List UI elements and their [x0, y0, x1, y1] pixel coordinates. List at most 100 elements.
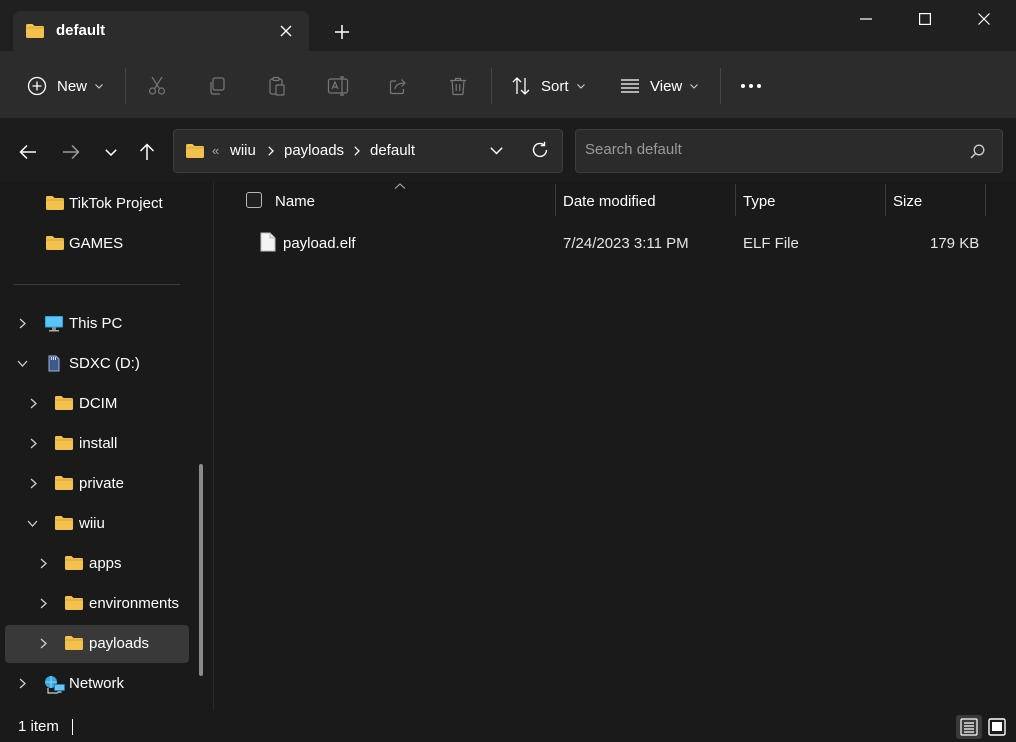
breadcrumb-default[interactable]: default [370, 142, 415, 159]
column-header-name[interactable]: Name [275, 182, 555, 220]
chevron-right-icon[interactable] [19, 318, 26, 329]
sidebar-item-this-pc[interactable]: This PC [5, 305, 189, 343]
sidebar-item-install[interactable]: install [5, 425, 189, 463]
cut-icon[interactable] [143, 72, 171, 100]
sidebar-item-label: GAMES [69, 235, 124, 252]
monitor-icon [44, 315, 64, 332]
breadcrumb-chevron-icon[interactable] [354, 146, 360, 156]
sidebar-item-label: Network [69, 675, 125, 692]
column-header-label: Size [893, 193, 923, 210]
sort-icon [511, 76, 531, 96]
forward-arrow-icon[interactable] [57, 138, 85, 166]
select-all-checkbox[interactable] [246, 192, 262, 208]
title-bar: default [0, 0, 1016, 52]
column-resize-handle[interactable] [735, 184, 736, 216]
sidebar-item-label: payloads [89, 635, 150, 652]
column-header-date-modified[interactable]: Date modified [563, 182, 733, 220]
maximize-icon[interactable] [902, 5, 948, 33]
sidebar-item-label: TikTok Project [69, 195, 163, 212]
chevron-right-icon[interactable] [40, 558, 47, 569]
copy-icon[interactable] [203, 72, 231, 100]
toolbar-divider [125, 68, 126, 104]
folder-icon [64, 635, 84, 651]
sidebar-item-payloads[interactable]: payloads [5, 625, 189, 663]
folder-icon [45, 195, 65, 211]
new-button[interactable]: New [27, 72, 103, 100]
chevron-right-icon[interactable] [40, 638, 47, 649]
toolbar-divider [491, 68, 492, 104]
breadcrumb-chevron-icon[interactable] [268, 146, 274, 156]
folder-icon [45, 235, 65, 251]
chevron-right-icon[interactable] [30, 438, 37, 449]
sidebar-item-tiktok-project[interactable]: TikTok Project [5, 185, 189, 223]
column-header-type[interactable]: Type [743, 182, 883, 220]
large-icons-view-icon[interactable] [984, 715, 1010, 739]
chevron-right-icon[interactable] [19, 678, 26, 689]
folder-icon [64, 595, 84, 611]
file-date-modified: 7/24/2023 3:11 PM [563, 235, 689, 252]
back-arrow-icon[interactable] [14, 138, 42, 166]
pane-divider[interactable] [213, 182, 214, 710]
details-view-icon[interactable] [956, 715, 982, 739]
chevron-down-icon [576, 83, 585, 89]
column-header-label: Date modified [563, 193, 656, 210]
close-tab-icon[interactable] [275, 20, 297, 42]
recent-locations-chevron-icon[interactable] [97, 138, 125, 166]
breadcrumb-wiiu[interactable]: wiiu [230, 142, 256, 159]
address-history-chevron-icon[interactable] [490, 147, 503, 155]
new-tab-icon[interactable] [330, 20, 354, 44]
chevron-right-icon[interactable] [30, 478, 37, 489]
more-icon[interactable] [737, 72, 765, 100]
search-box[interactable] [575, 129, 1003, 173]
sidebar-item-wiiu[interactable]: wiiu [5, 505, 189, 543]
rename-icon[interactable] [324, 72, 352, 100]
search-icon[interactable] [970, 144, 985, 159]
sidebar-item-sdxc-drive[interactable]: SDXC (D:) [5, 345, 189, 383]
folder-icon [185, 143, 205, 159]
sidebar-item-private[interactable]: private [5, 465, 189, 503]
sidebar-item-label: DCIM [79, 395, 118, 412]
column-resize-handle[interactable] [885, 184, 886, 216]
chevron-down-icon [690, 83, 699, 89]
sidebar-item-network[interactable]: Network [5, 665, 189, 703]
folder-icon [25, 23, 45, 39]
chevron-right-icon[interactable] [40, 598, 47, 609]
share-icon[interactable] [384, 72, 412, 100]
sidebar-item-dcim[interactable]: DCIM [5, 385, 189, 423]
sidebar-item-environments[interactable]: environments [5, 585, 189, 623]
chevron-down-icon[interactable] [17, 360, 28, 367]
column-resize-handle[interactable] [985, 184, 986, 216]
close-window-icon[interactable] [961, 5, 1007, 33]
column-resize-handle[interactable] [555, 184, 556, 216]
sidebar-item-games[interactable]: GAMES [5, 225, 189, 263]
refresh-icon[interactable] [531, 141, 549, 159]
delete-icon[interactable] [444, 72, 472, 100]
file-type: ELF File [743, 235, 799, 252]
view-label: View [650, 77, 683, 95]
folder-icon [64, 555, 84, 571]
view-button[interactable]: View [620, 72, 699, 100]
sidebar-scrollbar-thumb[interactable] [199, 464, 203, 676]
plus-circle-icon [27, 76, 47, 96]
sidebar-item-apps[interactable]: apps [5, 545, 189, 583]
search-input[interactable] [585, 141, 955, 158]
breadcrumb-payloads[interactable]: payloads [284, 142, 344, 159]
sidebar-divider [14, 284, 180, 285]
sort-button[interactable]: Sort [511, 72, 585, 100]
address-bar[interactable]: « wiiu payloads default [173, 129, 563, 173]
chevron-right-icon[interactable] [30, 398, 37, 409]
paste-icon[interactable] [263, 72, 291, 100]
tab-default[interactable]: default [13, 11, 309, 52]
folder-icon [54, 475, 74, 491]
table-row[interactable]: payload.elf 7/24/2023 3:11 PM ELF File 1… [230, 224, 1000, 262]
navigation-pane: TikTok Project GAMES This PC SDXC (D:) D… [0, 182, 214, 710]
breadcrumb-overflow[interactable]: « [212, 143, 219, 158]
folder-icon [54, 435, 74, 451]
sidebar-item-label: private [79, 475, 125, 492]
up-arrow-icon[interactable] [133, 138, 161, 166]
minimize-icon[interactable] [843, 5, 889, 33]
status-separator [72, 719, 73, 735]
chevron-down-icon [95, 83, 103, 89]
column-header-size[interactable]: Size [893, 182, 983, 220]
chevron-down-icon[interactable] [27, 520, 38, 527]
